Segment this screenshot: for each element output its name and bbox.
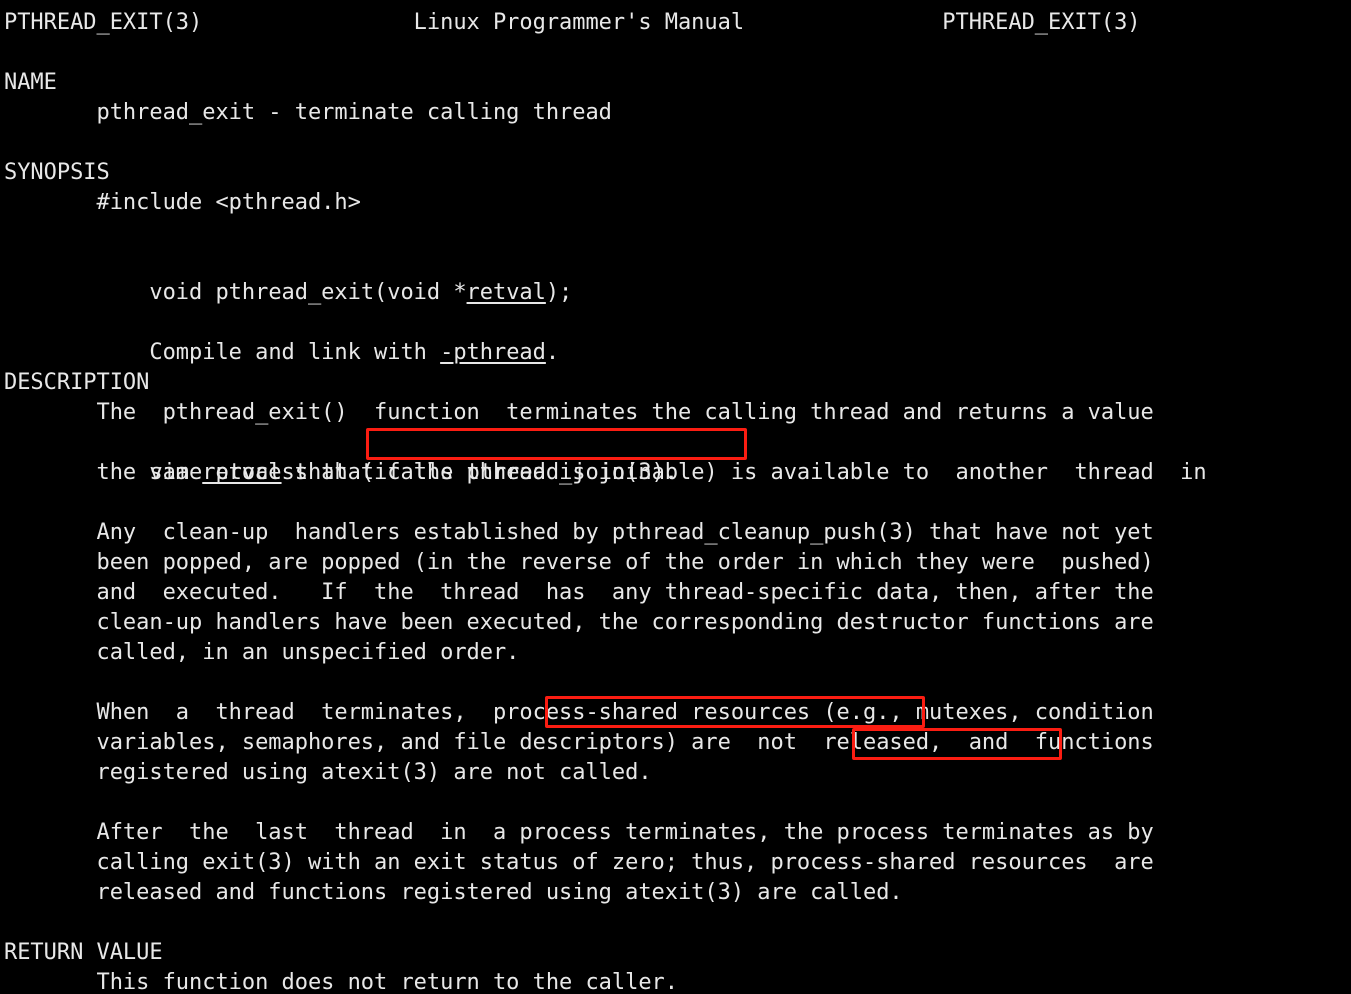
cleanup-paragraph-line-2: been popped, are popped (in the reverse …	[4, 550, 1154, 575]
return-value-line-1: This function does not return to the cal…	[4, 970, 679, 994]
lastthread-paragraph-line-3: released and functions registered using …	[4, 880, 903, 905]
section-heading-name: NAME	[4, 70, 57, 95]
synopsis-compile-line: Compile and link with -pthread.	[4, 308, 559, 365]
man-header-line: PTHREAD_EXIT(3) Linux Programmer's Manua…	[4, 10, 1141, 35]
resources-paragraph-line-3: registered using atexit(3) are not calle…	[4, 760, 652, 785]
description-line-2: via retval that (if the thread is joinab…	[4, 428, 1206, 485]
synopsis-prototype-line: void pthread_exit(void *retval);	[4, 248, 572, 305]
synopsis-include-line: #include <pthread.h>	[4, 190, 361, 215]
cleanup-paragraph-line-4: clean-up handlers have been executed, th…	[4, 610, 1154, 635]
resources-paragraph-line-1: When a thread terminates, process-shared…	[4, 700, 1154, 725]
prototype-prefix: void pthread_exit(void *	[56, 280, 467, 305]
resources-paragraph-line-2: variables, semaphores, and file descript…	[4, 730, 1154, 755]
description-line-1: The pthread_exit() function terminates t…	[4, 400, 1154, 425]
prototype-param-retval: retval	[466, 280, 546, 305]
cleanup-paragraph-line-5: called, in an unspecified order.	[4, 640, 520, 665]
cleanup-paragraph-line-3: and executed. If the thread has any thre…	[4, 580, 1154, 605]
section-heading-description: DESCRIPTION	[4, 370, 150, 395]
section-heading-return-value: RETURN VALUE	[4, 940, 163, 965]
compile-prefix: Compile and link with	[56, 340, 441, 365]
prototype-suffix: );	[545, 280, 573, 305]
compile-flag-pthread: -pthread	[440, 340, 546, 365]
cleanup-paragraph-line-1: Any clean-up handlers established by pth…	[4, 520, 1154, 545]
name-description-line: pthread_exit - terminate calling thread	[4, 100, 612, 125]
description-line-3: the same process that calls pthread_join…	[4, 460, 679, 485]
lastthread-paragraph-line-2: calling exit(3) with an exit status of z…	[4, 850, 1154, 875]
compile-suffix: .	[545, 340, 560, 365]
lastthread-paragraph-line-1: After the last thread in a process termi…	[4, 820, 1154, 845]
terminal-man-page-view: PTHREAD_EXIT(3) Linux Programmer's Manua…	[0, 0, 1351, 994]
section-heading-synopsis: SYNOPSIS	[4, 160, 110, 185]
